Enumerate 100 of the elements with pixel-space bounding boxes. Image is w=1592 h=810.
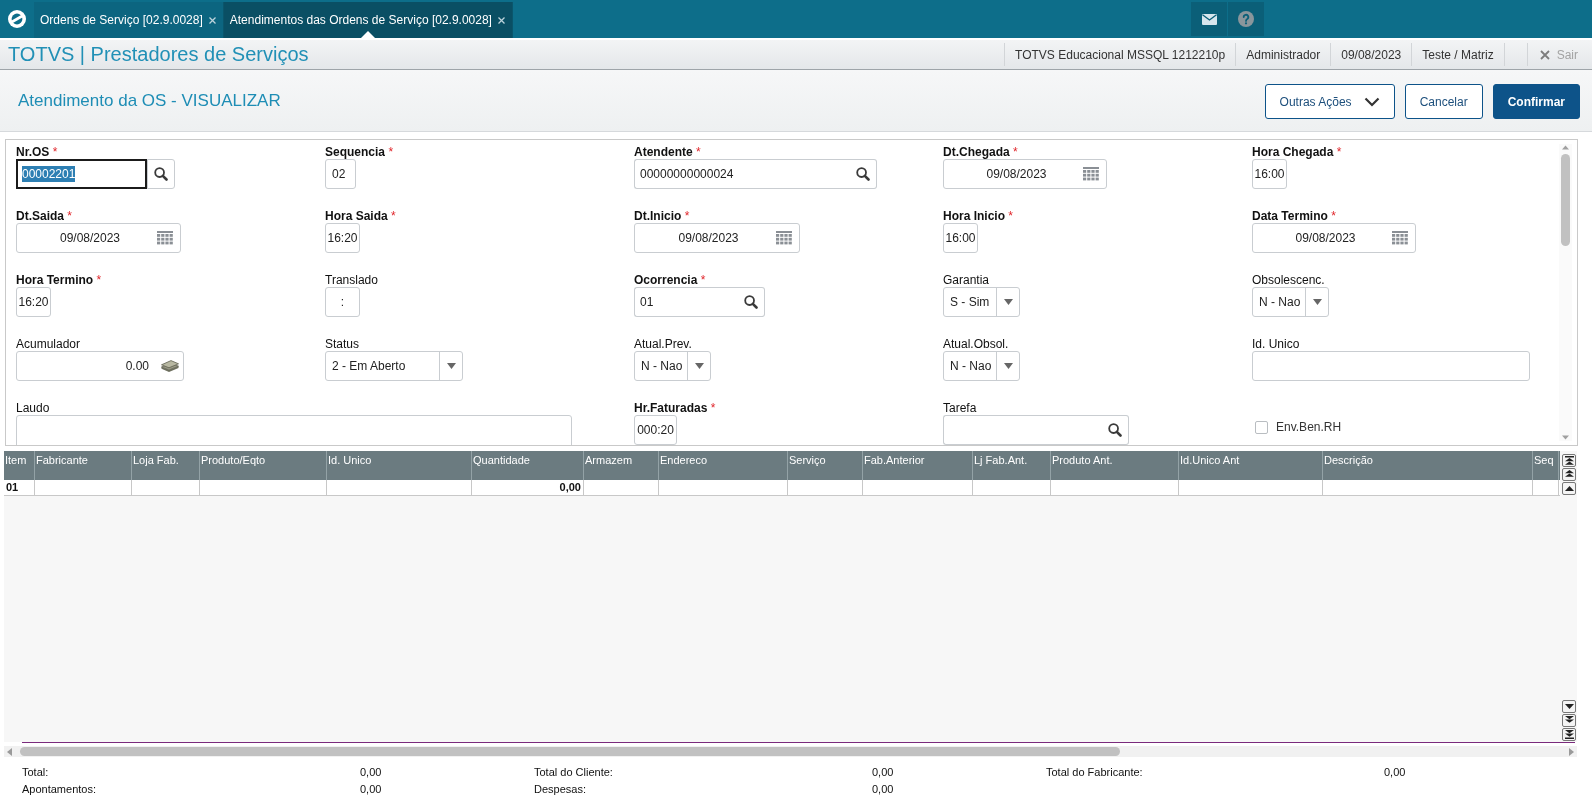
triangle-right-icon[interactable] xyxy=(1569,747,1574,756)
double-triangle-up-icon xyxy=(1564,470,1574,479)
caret-down-icon xyxy=(694,363,704,369)
total-value: 0,00 xyxy=(360,765,382,778)
field-label: Hora Inicio * xyxy=(943,209,1014,223)
field-label: Acumulador xyxy=(16,337,81,351)
triangle-down-icon xyxy=(1562,434,1569,441)
field-label: Data Termino * xyxy=(1252,209,1336,223)
caret-down-icon xyxy=(1312,299,1322,305)
total-label: Total: xyxy=(22,765,50,778)
horizontal-scrollbar[interactable] xyxy=(4,746,1577,757)
table-cell: 0,00 xyxy=(472,480,584,495)
page-down-button[interactable] xyxy=(1562,714,1576,727)
scroll-top-button[interactable] xyxy=(1562,454,1576,467)
field-label: Atendente * xyxy=(634,145,701,159)
date-field[interactable]: 09/08/2023 xyxy=(1252,223,1416,253)
session-info: TOTVS Educacional MSSQL 1212210p xyxy=(1004,43,1236,66)
field-label: Tarefa xyxy=(943,401,977,415)
field-label: Hr.Faturadas * xyxy=(634,401,716,415)
double-triangle-down-bar-icon xyxy=(1564,730,1574,739)
field-label: Nr.OS * xyxy=(16,145,58,159)
cancel-button[interactable]: Cancelar xyxy=(1404,84,1483,119)
select-field[interactable]: N - Nao xyxy=(634,351,711,381)
calendar-icon[interactable] xyxy=(1392,231,1408,245)
field-label: Translado xyxy=(325,273,378,287)
scroll-bottom-button[interactable] xyxy=(1562,728,1576,741)
chevron-down-icon xyxy=(1363,96,1380,107)
calendar-icon[interactable] xyxy=(776,231,792,245)
session-info: 09/08/2023 xyxy=(1330,43,1412,66)
date-field[interactable]: 09/08/2023 xyxy=(634,223,800,253)
calendar-icon[interactable] xyxy=(157,231,173,245)
select-field[interactable]: N - Nao xyxy=(943,351,1020,381)
field-label: Hora Saida * xyxy=(325,209,396,223)
scrollbar-thumb[interactable] xyxy=(20,747,1120,756)
field-label: Atual.Obsol. xyxy=(943,337,1009,351)
calendar-icon[interactable] xyxy=(1083,167,1099,181)
time-field[interactable]: 16:20 xyxy=(16,287,51,317)
total-label: Despesas: xyxy=(534,782,587,795)
page-up-button[interactable] xyxy=(1562,468,1576,481)
close-icon[interactable] xyxy=(208,16,216,24)
input-field[interactable]: 00002201 xyxy=(16,159,147,189)
triangle-down-icon xyxy=(1564,702,1574,711)
session-info: Administrador xyxy=(1235,43,1331,66)
caret-down-icon xyxy=(446,363,456,369)
field-label: Obsolescenc. xyxy=(1252,273,1325,287)
date-field[interactable]: 09/08/2023 xyxy=(16,223,181,253)
checkbox-label: Env.Ben.RH xyxy=(1276,420,1342,434)
help-button[interactable] xyxy=(1228,2,1264,36)
time-field[interactable]: : xyxy=(325,287,360,317)
amount-field[interactable]: 0.00 xyxy=(16,351,184,381)
caret-down-icon xyxy=(1003,363,1013,369)
total-value: 0,00 xyxy=(1384,765,1406,778)
row-up-button[interactable] xyxy=(1562,482,1576,495)
double-triangle-down-icon xyxy=(1564,716,1574,725)
total-label: Total do Cliente: xyxy=(534,765,614,778)
field-label: Hora Termino * xyxy=(16,273,102,287)
double-triangle-up-bar-icon xyxy=(1564,456,1574,465)
row-down-button[interactable] xyxy=(1562,700,1576,713)
session-info: Teste / Matriz xyxy=(1411,43,1504,66)
search-icon xyxy=(154,167,168,181)
field-label: Dt.Chegada * xyxy=(943,145,1018,159)
tab[interactable]: Ordens de Serviço [02.9.0028] xyxy=(34,2,224,38)
close-icon[interactable] xyxy=(497,16,505,24)
circle-logo-icon[interactable] xyxy=(8,10,26,28)
field-label: Sequencia * xyxy=(325,145,394,159)
time-field[interactable]: 16:20 xyxy=(325,223,360,253)
field-label: Laudo xyxy=(16,401,50,415)
select-field[interactable]: S - Sim xyxy=(943,287,1020,317)
triangle-up-icon xyxy=(1562,144,1569,151)
field-label: Dt.Saida * xyxy=(16,209,73,223)
caret-down-icon xyxy=(1003,299,1013,305)
field-label: Garantia xyxy=(943,273,990,287)
page-title: Atendimento da OS - VISUALIZAR xyxy=(18,90,281,111)
vertical-scrollbar[interactable] xyxy=(1559,144,1572,441)
field-label: Ocorrencia * xyxy=(634,273,706,287)
mail-button[interactable] xyxy=(1191,2,1227,36)
time-field[interactable]: 16:00 xyxy=(943,223,978,253)
total-value: 0,00 xyxy=(872,765,894,778)
select-field[interactable]: N - Nao xyxy=(1252,287,1329,317)
tab[interactable]: Atendimentos das Ordens de Serviço [02.9.0028] xyxy=(223,2,513,38)
field-label: Id. Unico xyxy=(1252,337,1300,351)
time-field[interactable]: 16:00 xyxy=(1252,159,1287,189)
close-icon xyxy=(1539,49,1550,60)
field-label: Hora Chegada * xyxy=(1252,145,1342,159)
input-field[interactable]: 02 xyxy=(325,159,356,189)
total-value: 0,00 xyxy=(872,782,894,795)
checkbox[interactable] xyxy=(1255,420,1268,434)
more-actions-button[interactable]: Outras Ações xyxy=(1264,84,1395,119)
total-value: 0,00 xyxy=(360,782,382,795)
app-title: TOTVS | Prestadores de Serviços xyxy=(7,42,309,67)
time-field[interactable]: 000:20 xyxy=(634,415,677,445)
confirm-button[interactable]: Confirmar xyxy=(1492,84,1580,119)
scrollbar-thumb[interactable] xyxy=(1561,154,1570,246)
triangle-left-icon[interactable] xyxy=(7,747,12,756)
total-label: Total do Fabricante: xyxy=(1046,765,1144,778)
search-button[interactable] xyxy=(147,159,175,189)
field-label: Status xyxy=(325,337,360,351)
date-field[interactable]: 09/08/2023 xyxy=(943,159,1107,189)
select-field[interactable]: 2 - Em Aberto xyxy=(325,351,463,381)
input-field[interactable] xyxy=(1252,351,1530,381)
